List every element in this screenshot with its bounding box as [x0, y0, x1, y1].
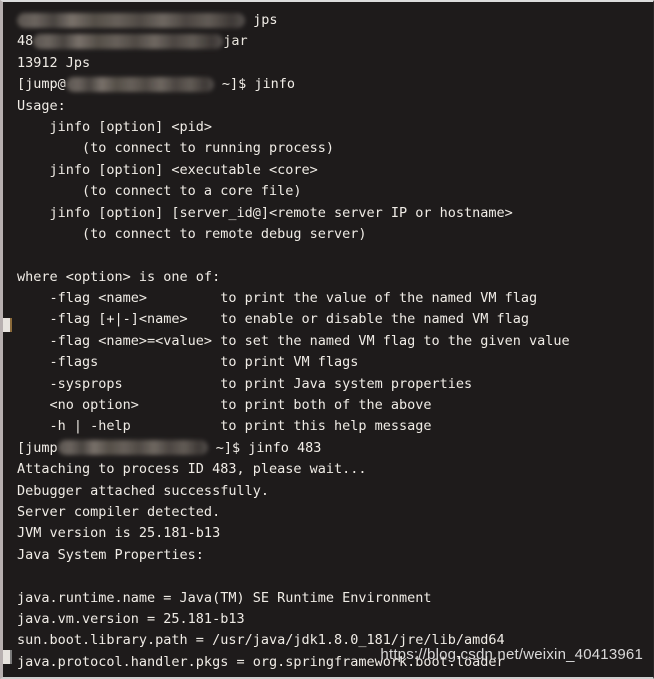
terminal-line: (to connect to running process): [17, 138, 653, 159]
terminal-text: 13912 Jps: [17, 54, 91, 71]
terminal-text: Debugger attached successfully.: [17, 482, 269, 499]
terminal-text: Server compiler detected.: [17, 503, 221, 520]
prompt-prefix: [jump@: [17, 76, 66, 93]
redacted-hostname: [57, 440, 208, 456]
terminal-text: JVM version is 25.181-b13: [17, 525, 221, 542]
terminal-text: jinfo [option] <pid>: [17, 118, 213, 135]
prompt-command: jps: [245, 12, 278, 28]
terminal-line: -flags to print VM flags: [17, 352, 653, 373]
terminal-line: [jump@ ~]$ jinfo: [17, 74, 653, 95]
terminal-line: [jump ~]$ jinfo 483: [17, 438, 653, 459]
terminal-line: 13912 Jps: [17, 53, 653, 74]
redacted-hostname: [65, 76, 214, 92]
terminal-line: Usage:: [17, 96, 653, 117]
terminal-screen[interactable]: jps 48 jar 13912 Jps [jump@ ~]$ jinfo Usage: …: [3, 2, 653, 677]
terminal-line: JVM version is 25.181-b13: [17, 523, 653, 544]
terminal-text: -flag <name> to print the value of the n…: [17, 290, 538, 307]
prompt-command: ~]$ jinfo 483: [207, 439, 322, 456]
terminal-text: (to connect to remote debug server): [17, 225, 367, 242]
terminal-line: Debugger attached successfully.: [17, 481, 653, 502]
prompt-prefix: [jump: [17, 439, 58, 456]
terminal-text: -flag [+|-]<name> to enable or disable t…: [17, 311, 530, 328]
terminal-text: java.vm.version = 25.181-b13: [17, 610, 245, 627]
terminal-text: java.runtime.name = Java(TM) SE Runtime …: [17, 589, 432, 606]
terminal-text: jinfo [option] [server_id@]<remote serve…: [17, 204, 513, 221]
terminal-text: Attaching to process ID 483, please wait…: [17, 461, 367, 478]
terminal-line: jinfo [option] [server_id@]<remote serve…: [17, 203, 653, 224]
terminal-line: Server compiler detected.: [17, 502, 653, 523]
terminal-line: -flag <name> to print the value of the n…: [17, 288, 653, 309]
terminal-text: where <option> is one of:: [17, 268, 221, 285]
terminal-text: (to connect to running process): [17, 140, 334, 157]
terminal-line: Java System Properties:: [17, 545, 653, 566]
terminal-line: jps: [17, 10, 653, 31]
terminal-line: Attaching to process ID 483, please wait…: [17, 459, 653, 480]
terminal-text: -sysprops to print Java system propertie…: [17, 375, 473, 392]
terminal-text: -flags to print VM flags: [17, 354, 359, 371]
terminal-text: -h | -help to print this help message: [17, 418, 432, 435]
terminal-text: Usage:: [17, 97, 66, 114]
terminal-window[interactable]: jps 48 jar 13912 Jps [jump@ ~]$ jinfo Usage: …: [0, 0, 654, 679]
terminal-text: (to connect to a core file): [17, 183, 302, 200]
prompt-prefix: 48: [17, 33, 34, 50]
terminal-text: jinfo [option] <executable <core>: [17, 161, 318, 178]
prompt-command: ~]$ jinfo: [213, 76, 296, 93]
terminal-line: java.runtime.name = Java(TM) SE Runtime …: [17, 588, 653, 609]
terminal-line: (to connect to a core file): [17, 181, 653, 202]
terminal-line: java.vendor.url = http://java.oracle.com…: [17, 673, 653, 677]
terminal-line: (to connect to remote debug server): [17, 224, 653, 245]
terminal-line: jinfo [option] <executable <core>: [17, 160, 653, 181]
terminal-line: where <option> is one of:: [17, 267, 653, 288]
watermark-url: https://blog.csdn.net/weixin_40413961: [380, 646, 643, 663]
terminal-line: java.vm.version = 25.181-b13: [17, 609, 653, 630]
line-suffix: jar: [223, 33, 248, 50]
terminal-text: -flag <name>=<value> to set the named VM…: [17, 332, 570, 349]
terminal-text: <no option> to print both of the above: [17, 397, 432, 414]
terminal-line: -h | -help to print this help message: [17, 416, 653, 437]
redacted-hostname: [17, 12, 245, 28]
terminal-line: -sysprops to print Java system propertie…: [17, 374, 653, 395]
terminal-line: -flag <name>=<value> to set the named VM…: [17, 331, 653, 352]
terminal-line: <no option> to print both of the above: [17, 395, 653, 416]
terminal-line: 48 jar: [17, 31, 653, 52]
terminal-text: java.vendor.url = http://java.oracle.com…: [17, 675, 350, 677]
terminal-line: -flag [+|-]<name> to enable or disable t…: [17, 309, 653, 330]
terminal-text: Java System Properties:: [17, 546, 204, 563]
terminal-line: jinfo [option] <pid>: [17, 117, 653, 138]
redacted-hostname: [33, 33, 224, 49]
